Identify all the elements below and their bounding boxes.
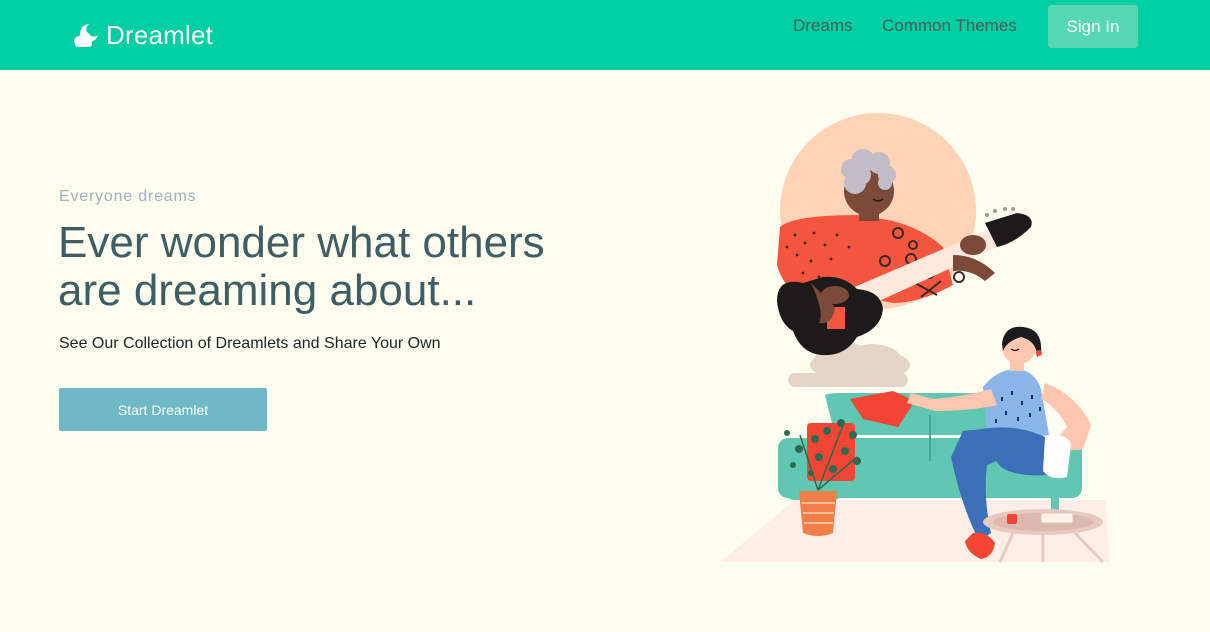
hero-subtitle: See Our Collection of Dreamlets and Shar… bbox=[59, 335, 441, 352]
top-navbar: Dreamlet Dreams Common Themes Sign In bbox=[0, 0, 1210, 70]
moon-cloud-icon bbox=[74, 24, 98, 47]
hero-eyebrow: Everyone dreams bbox=[59, 188, 197, 205]
brand-name: Dreamlet bbox=[106, 19, 214, 50]
sign-in-button[interactable]: Sign In bbox=[1048, 5, 1138, 48]
start-dreamlet-button[interactable]: Start Dreamlet bbox=[59, 388, 267, 431]
hero-headline: Ever wonder what others are dreaming abo… bbox=[58, 218, 545, 315]
nav-link-common-themes[interactable]: Common Themes bbox=[882, 15, 1017, 37]
brand-logo-link[interactable]: Dreamlet bbox=[72, 18, 213, 52]
nav-link-dreams[interactable]: Dreams bbox=[793, 15, 853, 37]
dreaming-woman-guitar-illustration bbox=[720, 113, 1110, 564]
